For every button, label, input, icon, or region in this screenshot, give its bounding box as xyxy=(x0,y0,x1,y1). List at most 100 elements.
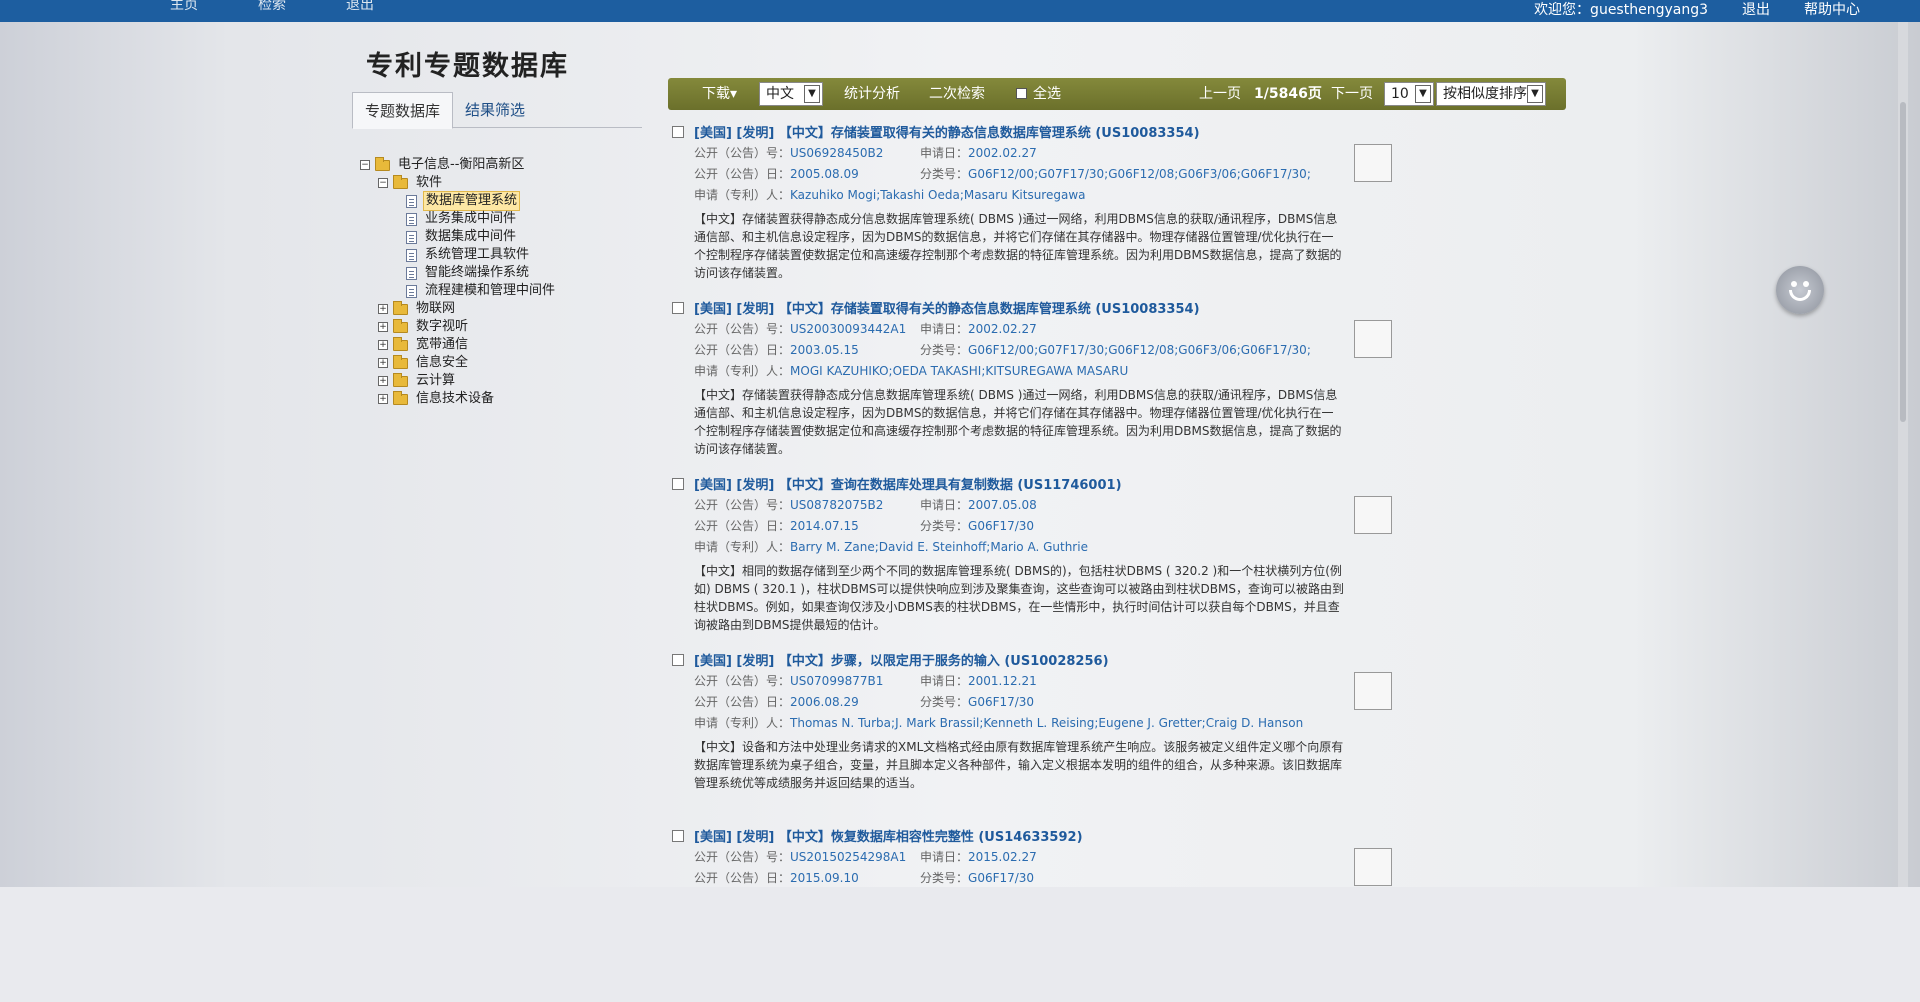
result-title-row: [美国] [发明] 【中文】存储装置取得有关的静态信息数据库管理系统 (US10… xyxy=(672,122,1200,141)
field-label: 申请（专利）人： xyxy=(694,188,791,202)
tree-label: 云计算 xyxy=(416,373,456,388)
smiley-eye xyxy=(1791,281,1797,287)
applicant-field: 申请（专利）人：Kazuhiko Mogi;Takashi Oeda;Masar… xyxy=(694,186,1086,203)
tab-result-filter[interactable]: 结果筛选 xyxy=(453,92,537,128)
smiley-eye xyxy=(1803,281,1809,287)
field-label: 公开（公告）日： xyxy=(694,871,791,885)
expand-icon[interactable]: + xyxy=(378,394,388,404)
field-label: 公开（公告）日： xyxy=(694,695,791,709)
result-thumbnail[interactable] xyxy=(1354,672,1392,710)
tree-node-dbms[interactable]: 数据库管理系统 xyxy=(360,191,557,211)
result-checkbox[interactable] xyxy=(672,829,684,842)
next-page-button[interactable]: 下一页 xyxy=(1331,78,1373,110)
result-thumbnail[interactable] xyxy=(1354,144,1392,182)
tree-node-iot[interactable]: + 物联网 xyxy=(360,300,557,318)
result-thumbnail[interactable] xyxy=(1354,848,1392,886)
collapse-icon[interactable]: − xyxy=(378,178,388,188)
result-item: [美国] [发明] 【中文】存储装置取得有关的静态信息数据库管理系统 (US10… xyxy=(672,298,1432,474)
tree-node-business-middleware[interactable]: 业务集成中间件 xyxy=(360,210,557,228)
expand-icon[interactable]: + xyxy=(378,304,388,314)
field-label: 分类号： xyxy=(920,871,969,885)
field-label: 申请（专利）人： xyxy=(694,716,791,730)
pub-date-field: 公开（公告）日：2015.09.10 xyxy=(694,869,859,886)
feedback-smiley-icon[interactable] xyxy=(1776,266,1824,314)
expand-icon[interactable]: + xyxy=(378,340,388,350)
tree-node-system-tools[interactable]: 系统管理工具软件 xyxy=(360,246,557,264)
pub-date-field: 公开（公告）日：2006.08.29 xyxy=(694,693,859,710)
result-thumbnail[interactable] xyxy=(1354,496,1392,534)
pub-no-link[interactable]: US07099877B1 xyxy=(790,674,883,688)
applicant-link[interactable]: Thomas N. Turba;J. Mark Brassil;Kenneth … xyxy=(790,716,1303,730)
class-no-value: G06F12/00;G07F17/30;G06F12/08;G06F3/06;G… xyxy=(968,167,1311,181)
top-nav-exit[interactable]: 退出 xyxy=(346,0,374,12)
folder-icon xyxy=(393,336,408,351)
tree-node-software[interactable]: − 软件 xyxy=(360,174,557,192)
expand-icon[interactable]: + xyxy=(378,322,388,332)
help-center-link[interactable]: 帮助中心 xyxy=(1804,0,1860,20)
tree-node-it-equipment[interactable]: + 信息技术设备 xyxy=(360,390,557,408)
tree-node-security[interactable]: + 信息安全 xyxy=(360,354,557,372)
field-label: 申请（专利）人： xyxy=(694,364,791,378)
result-title-link[interactable]: [美国] [发明] 【中文】存储装置取得有关的静态信息数据库管理系统 (US10… xyxy=(694,122,1200,141)
pub-date-value: 2003.05.15 xyxy=(790,343,859,357)
applicant-link[interactable]: Kazuhiko Mogi;Takashi Oeda;Masaru Kitsur… xyxy=(790,188,1085,202)
result-title-link[interactable]: [美国] [发明] 【中文】存储装置取得有关的静态信息数据库管理系统 (US10… xyxy=(694,298,1200,317)
expand-icon[interactable]: + xyxy=(378,376,388,386)
result-title-link[interactable]: [美国] [发明] 【中文】步骤，以限定用于服务的输入 (US10028256) xyxy=(694,650,1109,669)
sort-select[interactable]: 按相似度排序 ▼ xyxy=(1436,82,1546,106)
result-title-link[interactable]: [美国] [发明] 【中文】恢复数据库相容性完整性 (US14633592) xyxy=(694,826,1083,845)
scrollbar-thumb[interactable] xyxy=(1900,102,1906,422)
tree-node-data-middleware[interactable]: 数据集成中间件 xyxy=(360,228,557,246)
result-checkbox[interactable] xyxy=(672,653,684,666)
field-label: 公开（公告）号： xyxy=(694,850,791,864)
result-checkbox[interactable] xyxy=(672,125,684,138)
tree-node-terminal-os[interactable]: 智能终端操作系统 xyxy=(360,264,557,282)
pub-no-link[interactable]: US20030093442A1 xyxy=(790,322,906,336)
result-title-link[interactable]: [美国] [发明] 【中文】查询在数据库处理具有复制数据 (US11746001… xyxy=(694,474,1122,493)
pub-date-value: 2014.07.15 xyxy=(790,519,859,533)
tab-topic-database[interactable]: 专题数据库 xyxy=(352,92,454,129)
tree-node-root[interactable]: − 电子信息--衡阳高新区 xyxy=(360,156,557,174)
applicant-link[interactable]: MOGI KAZUHIKO;OEDA TAKASHI;KITSUREGAWA M… xyxy=(790,364,1128,378)
document-icon xyxy=(406,230,417,244)
left-tab-bar: 专题数据库 结果筛选 xyxy=(352,92,642,129)
result-checkbox[interactable] xyxy=(672,477,684,490)
secondary-search-button[interactable]: 二次检索 xyxy=(929,78,985,110)
sort-select-value: 按相似度排序 xyxy=(1443,86,1527,102)
select-all-toggle[interactable]: 全选 xyxy=(1016,78,1061,110)
document-icon xyxy=(406,284,417,298)
result-thumbnail[interactable] xyxy=(1354,320,1392,358)
tree-node-broadband[interactable]: + 宽带通信 xyxy=(360,336,557,354)
page-size-select[interactable]: 10 ▼ xyxy=(1384,82,1434,106)
language-select[interactable]: 中文 ▼ xyxy=(759,82,823,106)
top-nav-home[interactable]: 主页 xyxy=(170,0,198,12)
results-toolbar: 下载▾ 中文 ▼ 统计分析 二次检索 全选 上一页 1/5846页 下一页 10… xyxy=(668,78,1566,110)
tree-node-cloud[interactable]: + 云计算 xyxy=(360,372,557,390)
top-nav-search[interactable]: 检索 xyxy=(258,0,286,12)
select-all-label: 全选 xyxy=(1033,86,1061,102)
class-no-field: 分类号：G06F12/00;G07F17/30;G06F12/08;G06F3/… xyxy=(920,341,1311,358)
page-scrollbar[interactable] xyxy=(1898,22,1908,887)
result-checkbox[interactable] xyxy=(672,301,684,314)
prev-page-button[interactable]: 上一页 xyxy=(1199,78,1241,110)
pub-no-link[interactable]: US08782075B2 xyxy=(790,498,883,512)
field-label: 分类号： xyxy=(920,343,969,357)
collapse-icon[interactable]: − xyxy=(360,160,370,170)
category-tree: − 电子信息--衡阳高新区 − 软件 数据库管理系统 业务集成中间件 数据集成中… xyxy=(360,156,557,408)
download-button[interactable]: 下载▾ xyxy=(702,78,737,110)
result-abstract: 【中文】设备和方法中处理业务请求的XML文档格式经由原有数据库管理系统产生响应。… xyxy=(694,740,1344,790)
tree-node-process-middleware[interactable]: 流程建模和管理中间件 xyxy=(360,282,557,300)
logout-link[interactable]: 退出 xyxy=(1742,0,1770,20)
tree-node-av[interactable]: + 数字视听 xyxy=(360,318,557,336)
language-select-value: 中文 xyxy=(766,86,794,102)
applicant-link[interactable]: Barry M. Zane;David E. Steinhoff;Mario A… xyxy=(790,540,1088,554)
pub-no-link[interactable]: US06928450B2 xyxy=(790,146,883,160)
tree-label: 流程建模和管理中间件 xyxy=(425,283,556,298)
expand-icon[interactable]: + xyxy=(378,358,388,368)
document-icon xyxy=(406,266,417,280)
select-all-checkbox[interactable] xyxy=(1016,88,1027,99)
app-date-field: 申请日：2015.02.27 xyxy=(920,848,1037,865)
statistics-button[interactable]: 统计分析 xyxy=(844,78,900,110)
pub-no-link[interactable]: US20150254298A1 xyxy=(790,850,906,864)
pub-date-value: 2015.09.10 xyxy=(790,871,859,885)
